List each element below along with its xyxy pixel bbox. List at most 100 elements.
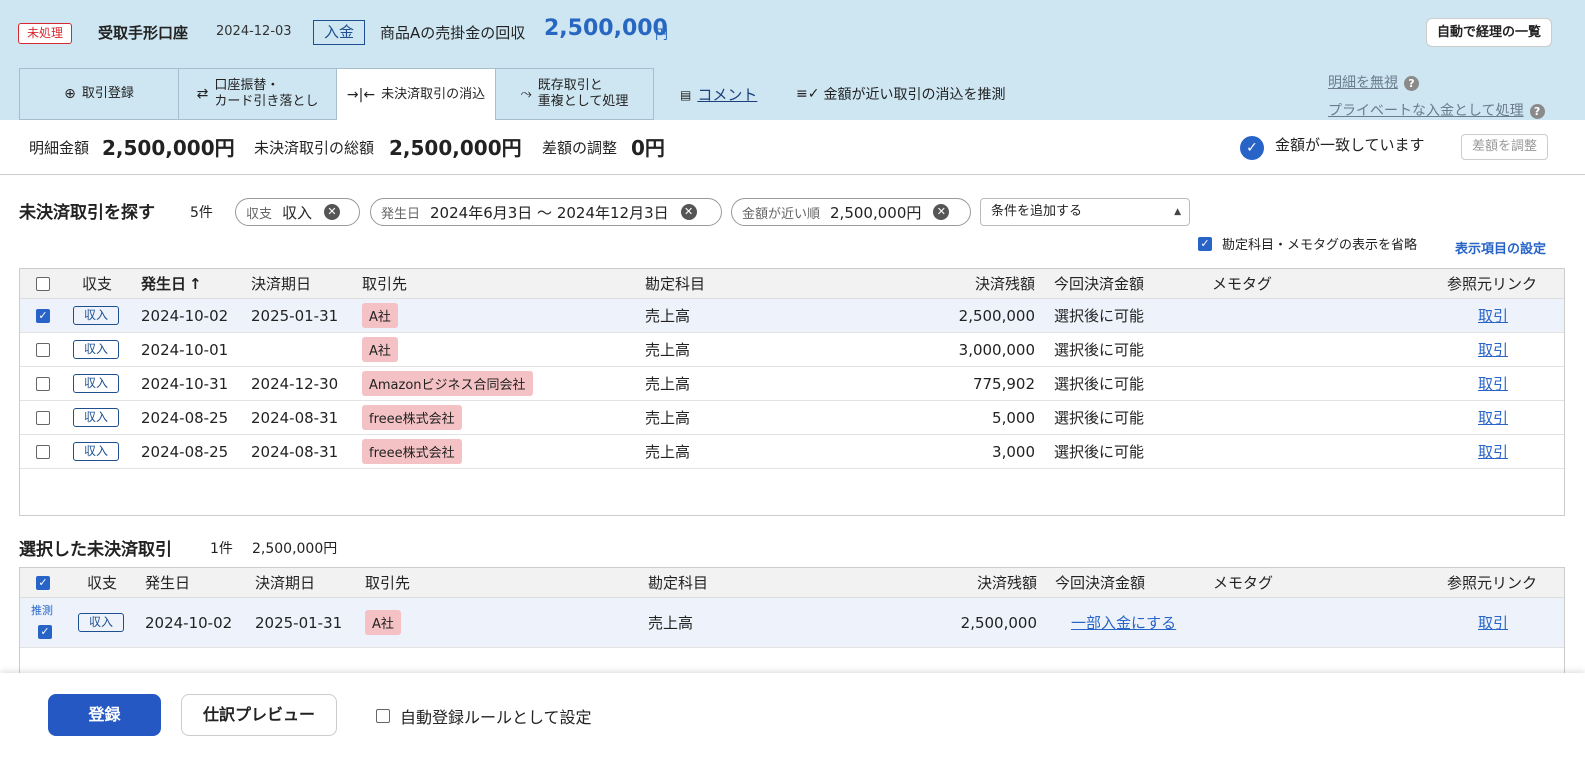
table-row[interactable]: 収入 2024-08-25 2024-08-31 freee株式会社 売上高 5… (20, 401, 1564, 435)
plus-circle-icon: ⊕ (64, 86, 76, 102)
private-label: プライベートな入金として処理 (1328, 103, 1524, 119)
row-balance: 775,902 (972, 374, 1035, 393)
table-row[interactable]: 収入 2024-10-31 2024-12-30 Amazonビジネス合同会社 … (20, 367, 1564, 401)
auto-list-button[interactable]: 自動で経理の一覧 (1426, 18, 1553, 47)
stmt-amount-value: 2,500,000円 (102, 136, 235, 160)
row-account: 売上高 (645, 443, 691, 461)
display-settings-link[interactable]: 表示項目の設定 (1455, 238, 1546, 257)
match-status: 金額が一致しています (1275, 136, 1425, 154)
row-date: 2024-08-25 (141, 408, 229, 427)
status-badge: 未処理 (18, 23, 73, 44)
row-checkbox[interactable] (36, 342, 50, 357)
table-header: ✓ 収支 発生日 決済期日 取引先 勘定科目 決済残額 今回決済金額 メモタグ … (20, 568, 1564, 598)
preview-button[interactable]: 仕訳プレビュー (181, 694, 337, 736)
row-current: 選択後に可能 (1054, 341, 1145, 359)
ignore-link[interactable]: 明細を無視? (1328, 72, 1419, 92)
col-partner: 取引先 (365, 574, 411, 592)
filter-chip-amount[interactable]: 金額が近い順 2,500,000円 ✕ (731, 198, 971, 226)
row-date: 2024-10-31 (141, 374, 229, 393)
partner-tag: freee株式会社 (362, 439, 462, 464)
comment-link[interactable]: ▤ コメント (680, 84, 757, 105)
ref-link[interactable]: 取引 (1478, 407, 1508, 428)
filter-chip-value: 収入 (282, 203, 313, 222)
ref-link[interactable]: 取引 (1478, 441, 1508, 462)
currency-unit: 円 (655, 28, 669, 43)
tab-settle[interactable]: →|← 未決済取引の消込 (336, 68, 496, 121)
tab-transfer-label: 口座振替・ カード引き落とし (214, 78, 319, 109)
close-icon[interactable]: ✕ (933, 204, 950, 220)
col-partner: 取引先 (362, 275, 408, 293)
kind-badge: 収入 (73, 306, 120, 325)
comment-icon: ▤ (680, 87, 692, 102)
omit-option[interactable]: ✓ 勘定科目・メモタグの表示を省略 (1198, 234, 1417, 253)
row-checkbox[interactable] (36, 444, 50, 459)
partner-tag: Amazonビジネス合同会社 (362, 371, 533, 396)
close-icon[interactable]: ✕ (680, 204, 697, 220)
filter-chip-kind[interactable]: 収支 収入 ✕ (235, 198, 360, 226)
row-date: 2024-10-02 (141, 306, 229, 325)
partner-tag: A社 (365, 610, 401, 635)
diff-value: 0円 (631, 136, 665, 160)
private-link[interactable]: プライベートな入金として処理? (1328, 100, 1545, 120)
partner-tag: freee株式会社 (362, 405, 462, 430)
tab-duplicate[interactable]: ⤳ 既存取引と 重複として処理 (495, 68, 654, 120)
row-account: 売上高 (645, 375, 691, 393)
omit-checkbox[interactable]: ✓ (1198, 236, 1212, 251)
guess-link[interactable]: ≡✓ 金額が近い取引の消込を推測 (796, 84, 1005, 104)
kind-badge: 収入 (73, 442, 120, 461)
row-checkbox[interactable] (36, 376, 50, 391)
filter-chip-key: 収支 (246, 206, 273, 222)
add-condition-label: 条件を追加する (991, 204, 1083, 219)
kind-badge: 収入 (73, 340, 120, 359)
tab-transfer[interactable]: ⇄ 口座振替・ カード引き落とし (178, 68, 337, 120)
row-current: 選択後に可能 (1054, 409, 1145, 427)
row-checkbox[interactable]: ✓ (36, 308, 50, 323)
ref-link[interactable]: 取引 (1478, 339, 1508, 360)
help-icon[interactable]: ? (1529, 104, 1545, 119)
col-date[interactable]: 発生日 ↑ (141, 269, 202, 298)
ref-link[interactable]: 取引 (1478, 305, 1508, 326)
filter-chip-value: 2024年6月3日 〜 2024年12月3日 (430, 203, 669, 222)
ref-link[interactable]: 取引 (1478, 612, 1508, 633)
close-icon[interactable]: ✕ (324, 204, 341, 220)
col-account: 勘定科目 (648, 574, 709, 592)
row-checkbox[interactable] (36, 410, 50, 425)
filter-chip-date[interactable]: 発生日 2024年6月3日 〜 2024年12月3日 ✕ (370, 198, 722, 226)
table-row[interactable]: 推測 ✓ 収入 2024-10-02 2025-01-31 A社 売上高 2,5… (20, 598, 1564, 648)
add-condition-select[interactable]: 条件を追加する ▲ (980, 198, 1190, 226)
col-account: 勘定科目 (645, 275, 706, 293)
table-row[interactable]: ✓ 収入 2024-10-02 2025-01-31 A社 売上高 2,500,… (20, 299, 1564, 333)
adjust-diff-button[interactable]: 差額を調整 (1461, 134, 1549, 160)
help-icon[interactable]: ? (1404, 76, 1419, 91)
row-due: 2025-01-31 (251, 306, 339, 325)
unsettled-total-value: 2,500,000円 (389, 136, 522, 160)
ref-link[interactable]: 取引 (1478, 373, 1508, 394)
table-row[interactable]: 収入 2024-08-25 2024-08-31 freee株式会社 売上高 3… (20, 435, 1564, 469)
row-due: 2024-12-30 (251, 374, 339, 393)
auto-rule-checkbox[interactable] (376, 709, 390, 723)
row-current: 選択後に可能 (1054, 443, 1145, 461)
partial-payment-link[interactable]: 一部入金にする (1071, 612, 1176, 633)
row-balance: 5,000 (992, 408, 1035, 427)
col-current: 今回決済金額 (1054, 275, 1145, 293)
row-date: 2024-08-25 (141, 442, 229, 461)
select-all-checkbox[interactable]: ✓ (36, 575, 50, 590)
row-date: 2024-10-02 (145, 613, 233, 632)
transfer-icon: ⇄ (196, 86, 209, 102)
tab-settle-label: 未決済取引の消込 (381, 87, 486, 102)
col-ref: 参照元リンク (1447, 574, 1538, 592)
select-all-checkbox[interactable] (36, 276, 50, 291)
kind-badge: 収入 (73, 408, 120, 427)
tab-register[interactable]: ⊕ 取引登録 (19, 68, 179, 120)
comment-label: コメント (697, 86, 758, 104)
auto-rule-option[interactable]: 自動登録ルールとして設定 (376, 704, 592, 728)
header-bar: 未処理 受取手形口座 2024-12-03 入金 商品Aの売掛金の回収 2,50… (0, 0, 1585, 121)
col-date-label: 発生日 (141, 275, 187, 293)
selected-total: 2,500,000円 (252, 541, 338, 557)
diff-label: 差額の調整 (542, 139, 618, 157)
table-row[interactable]: 収入 2024-10-01 A社 売上高 3,000,000 選択後に可能 取引 (20, 333, 1564, 367)
row-account: 売上高 (648, 614, 694, 632)
row-checkbox[interactable]: ✓ (38, 625, 52, 639)
stmt-amount-label: 明細金額 (29, 139, 90, 157)
register-button[interactable]: 登録 (48, 694, 161, 736)
